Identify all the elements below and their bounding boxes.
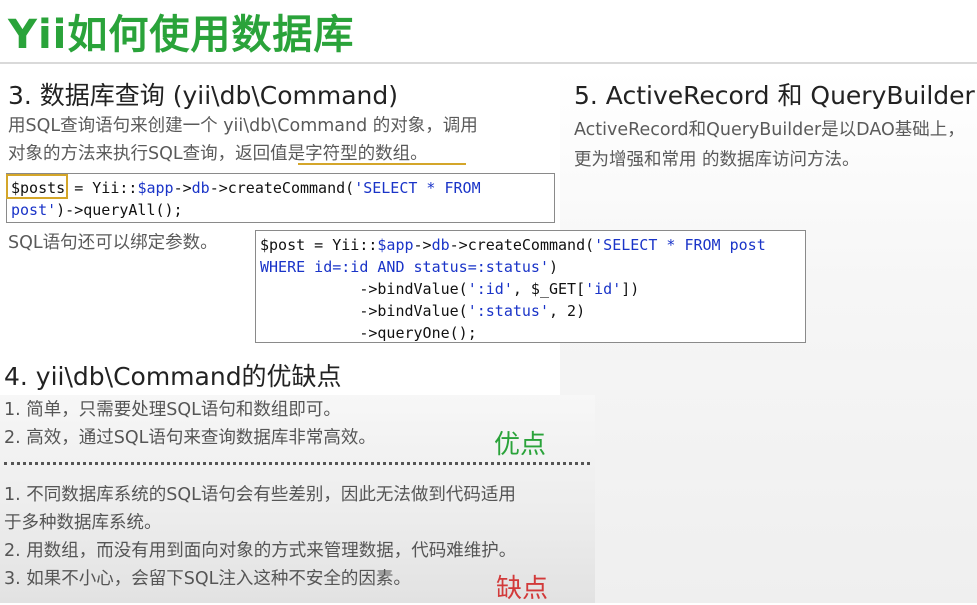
cons-item-1-continued: 于多种数据库系统。 (4, 513, 162, 533)
code-token-sql: 'SELECT * FROM post (594, 236, 766, 254)
code-token-sql: 'id' (585, 280, 622, 298)
code-line: ->bindValue(':status', 2) (260, 300, 801, 322)
code-token: , 2) (549, 302, 586, 320)
cons-item-3: 3. 如果不小心，会留下SQL注入这种不安全的因素。 (4, 569, 411, 589)
code-token-sql: post' (11, 201, 57, 219)
cons-tag: 缺点 (496, 574, 549, 604)
code-token: -> (413, 236, 432, 254)
code-token: ]) (621, 280, 640, 298)
section-3-heading: 3. 数据库查询 (yii\db\Command) (8, 81, 399, 110)
code-block-query-all: $posts = Yii::$app->db->createCommand('S… (6, 173, 555, 223)
pros-cons-divider (4, 462, 590, 465)
code-token: = Yii:: (65, 179, 138, 197)
code-block-bind-value: $post = Yii::$app->db->createCommand('SE… (255, 230, 806, 343)
code-token-app: $app (377, 236, 414, 254)
code-token: $post = Yii:: (260, 236, 378, 254)
code-line: post')->queryAll(); (11, 199, 550, 221)
code-token-app: $app (137, 179, 174, 197)
code-token-sql: ':status' (467, 302, 549, 320)
code-line: WHERE id=:id AND status=:status') (260, 256, 801, 278)
code-token: )->queryAll(); (56, 201, 183, 219)
code-token-db: db (431, 236, 450, 254)
pros-item-1: 1. 简单，只需要处理SQL语句和数组即可。 (4, 400, 341, 420)
code-line: $post = Yii::$app->db->createCommand('SE… (260, 234, 801, 256)
title-divider (0, 62, 977, 64)
highlight-underline (298, 163, 466, 165)
code-token: ->queryOne(); (260, 324, 477, 342)
code-token-sql: WHERE id=:id AND status=:status' (260, 258, 549, 276)
code-line: ->bindValue(':id', $_GET['id']) (260, 278, 801, 300)
code-token-sql: ':id' (467, 280, 513, 298)
code-token: , $_GET[ (512, 280, 586, 298)
page-title: Yii如何使用数据库 (8, 12, 355, 58)
section-5-desc-line-1: ActiveRecord和QueryBuilder是以DAO基础上， (574, 120, 965, 140)
code-token-db: db (191, 179, 210, 197)
pros-item-2: 2. 高效，通过SQL语句来查询数据库非常高效。 (4, 428, 376, 448)
code-token: ->bindValue( (260, 302, 468, 320)
cons-item-2: 2. 用数组，而没有用到面向对象的方式来管理数据，代码难维护。 (4, 541, 517, 561)
code-line: ->queryOne(); (260, 322, 801, 344)
section-5-heading: 5. ActiveRecord 和 QueryBuilder (574, 81, 975, 110)
code-token-sql: 'SELECT * FROM (354, 179, 481, 197)
variable-highlight-box (6, 174, 68, 199)
pros-tag: 优点 (494, 430, 547, 460)
code-token: ->createCommand( (209, 179, 355, 197)
code-token: ) (548, 258, 559, 276)
code-line: $posts = Yii::$app->db->createCommand('S… (11, 177, 550, 199)
code-token: ->bindValue( (260, 280, 468, 298)
bind-params-note: SQL语句还可以绑定参数。 (8, 233, 218, 253)
section-4-heading: 4. yii\db\Command的优缺点 (4, 362, 342, 391)
cons-item-1: 1. 不同数据库系统的SQL语句会有些差别，因此无法做到代码适用 (4, 485, 516, 505)
section-5-desc-line-2: 更为增强和常用 的数据库访问方法。 (574, 150, 860, 170)
code-token: ->createCommand( (449, 236, 595, 254)
section-3-desc-line-1: 用SQL查询语句来创建一个 yii\db\Command 的对象，调用 (8, 116, 478, 136)
code-token: -> (173, 179, 192, 197)
